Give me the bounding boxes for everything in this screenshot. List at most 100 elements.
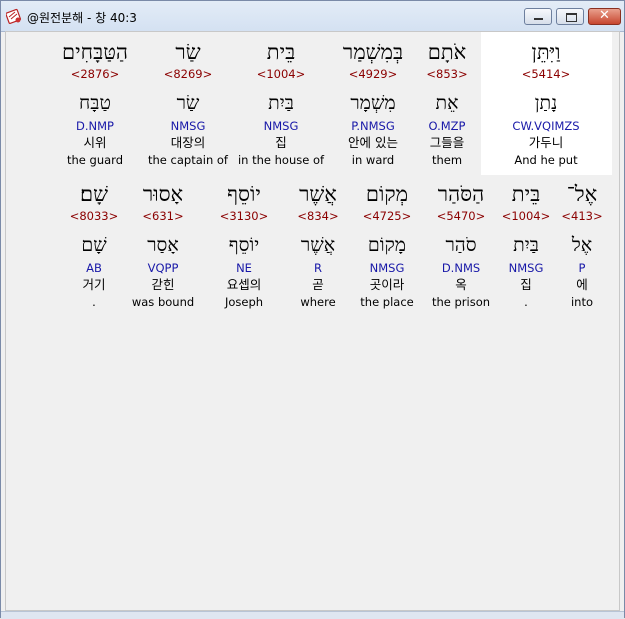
english-gloss: was bound <box>131 295 195 309</box>
hebrew-word: הַטַּבָּחִים <box>62 40 128 64</box>
parse-code: NMSG <box>508 261 544 275</box>
parse-code: NMSG <box>369 261 405 275</box>
minimize-icon <box>534 18 543 20</box>
hebrew-root: שָׁם <box>81 234 107 256</box>
korean-gloss: 가두니 <box>528 135 564 150</box>
parse-code: AB <box>86 261 102 275</box>
korean-gloss: 안에 있는 <box>348 135 398 150</box>
word-block[interactable]: אָסוּר <631> אָסַר VQPP 갇힌 was bound <box>126 180 200 310</box>
korean-gloss: 그들을 <box>429 135 465 150</box>
hebrew-root: אָסַר <box>147 234 179 256</box>
parse-code: NE <box>236 261 252 275</box>
hebrew-root: שַׂר <box>176 92 200 114</box>
korean-gloss: 옥 <box>455 277 467 292</box>
hebrew-root: סֹהַר <box>445 234 477 256</box>
hebrew-root: נָתַן <box>534 92 558 114</box>
word-block[interactable]: אֲשֶׁר <834> אֲשֶׁר R 곧 where <box>288 180 348 310</box>
word-block[interactable]: בְּמִשְׁמַר <4929> מִשְׁמָר P.NMSG 안에 있는… <box>328 38 418 168</box>
english-gloss: . <box>524 295 528 309</box>
english-gloss: into <box>570 295 594 309</box>
korean-gloss: 대장의 <box>170 135 206 150</box>
english-gloss: them <box>431 153 463 167</box>
english-gloss: the prison <box>431 295 491 309</box>
word-block[interactable]: אֹתָם <853> אֵת O.MZP 그들을 them <box>412 38 482 168</box>
korean-gloss: 거기 <box>82 277 106 292</box>
hebrew-word: יוֹסֵף <box>227 182 261 206</box>
interlinear-panel[interactable]: וַיִּתֵּן <5414> נָתַן CW.VQIMZS 가두니 And… <box>5 31 620 611</box>
hebrew-root: אֶל <box>571 234 593 256</box>
korean-gloss: 집 <box>275 135 287 150</box>
close-button[interactable]: ✕ <box>588 8 621 25</box>
word-block[interactable]: שָׁם׃ <8033> שָׁם AB 거기 . <box>66 180 122 310</box>
strong-number: <8269> <box>163 67 213 81</box>
strong-number: <834> <box>297 209 339 223</box>
parse-code: O.MZP <box>428 119 466 133</box>
word-block[interactable]: וַיִּתֵּן <5414> נָתַן CW.VQIMZS 가두니 And… <box>501 38 591 168</box>
english-gloss: the captain of <box>148 153 228 167</box>
parse-code: NMSG <box>170 119 206 133</box>
strong-number: <853> <box>426 67 468 81</box>
minimize-button[interactable] <box>524 8 552 25</box>
strong-number: <413> <box>561 209 603 223</box>
strong-number: <631> <box>142 209 184 223</box>
strong-number: <4725> <box>362 209 412 223</box>
parse-code: D.NMP <box>76 119 114 133</box>
english-gloss: . <box>92 295 96 309</box>
word-block[interactable]: אֶל־ <413> אֶל P 에 into <box>552 180 612 310</box>
parse-code: R <box>314 261 322 275</box>
parse-code: P.NMSG <box>351 119 395 133</box>
strong-number: <3130> <box>219 209 269 223</box>
hebrew-word: בֵּית <box>511 182 541 206</box>
strong-number: <5470> <box>436 209 486 223</box>
strong-number: <4929> <box>348 67 398 81</box>
app-window: @원전분해 - 창 40:3 ✕ וַיִּתֵּן <5414> נָתַן … <box>0 0 625 619</box>
parse-code: VQPP <box>147 261 179 275</box>
hebrew-word: אֶל־ <box>566 182 598 206</box>
hebrew-root: בַּיִת <box>268 92 294 114</box>
strong-number: <1004> <box>256 67 306 81</box>
hebrew-word: וַיִּתֵּן <box>531 40 561 64</box>
parse-code: P <box>578 261 586 275</box>
korean-gloss: 곧 <box>312 277 324 292</box>
strong-number: <5414> <box>521 67 571 81</box>
hebrew-word: אָסוּר <box>142 182 184 206</box>
strong-number: <1004> <box>501 209 551 223</box>
hebrew-word: שָׁם׃ <box>80 182 108 206</box>
parse-code: NMSG <box>263 119 299 133</box>
korean-gloss: 곳이라 <box>369 277 405 292</box>
word-block[interactable]: בֵּית <1004> בַּיִת NMSG 집 in the house … <box>231 38 331 168</box>
korean-gloss: 집 <box>520 277 532 292</box>
hebrew-word: מְקוֹם <box>365 182 409 206</box>
korean-gloss: 에 <box>576 277 588 292</box>
word-block[interactable]: יוֹסֵף <3130> יוֹסֵף NE 요셉의 Joseph <box>212 180 276 310</box>
maximize-button[interactable] <box>556 8 584 25</box>
word-block[interactable]: הַסֹּהַר <5470> סֹהַר D.NMS 옥 the prison <box>424 180 498 310</box>
bible-tool-icon <box>6 8 22 24</box>
hebrew-word: בְּמִשְׁמַר <box>342 40 404 64</box>
hebrew-word: אֲשֶׁר <box>299 182 337 206</box>
word-block[interactable]: מְקוֹם <4725> מָקוֹם NMSG 곳이라 the place <box>352 180 422 310</box>
parse-code: CW.VQIMZS <box>512 119 580 133</box>
hebrew-root: בַּיִת <box>513 234 539 256</box>
window-title: @원전분해 - 창 40:3 <box>27 11 137 25</box>
english-gloss: the place <box>360 295 414 309</box>
english-gloss: And he put <box>514 153 578 167</box>
english-gloss: the guard <box>67 153 123 167</box>
hebrew-word: שַׂר <box>175 40 201 64</box>
strong-number: <2876> <box>70 67 120 81</box>
hebrew-word: אֹתָם <box>427 40 467 64</box>
word-block[interactable]: בֵּית <1004> בַּיִת NMSG 집 . <box>496 180 556 310</box>
word-block[interactable]: שַׂר <8269> שַׂר NMSG 대장의 the captain of <box>143 38 233 168</box>
english-gloss: in the house of <box>237 153 325 167</box>
word-block[interactable]: הַטַּבָּחִים <2876> טַבָּח D.NMP 시위 the … <box>52 38 138 168</box>
english-gloss: Joseph <box>224 295 264 309</box>
strong-number: <8033> <box>69 209 119 223</box>
title-bar[interactable]: @원전분해 - 창 40:3 ✕ <box>1 1 624 32</box>
korean-gloss: 요셉의 <box>226 277 262 292</box>
english-gloss: in ward <box>351 153 395 167</box>
close-icon: ✕ <box>599 8 610 23</box>
hebrew-root: טַבָּח <box>79 92 111 114</box>
parse-code: D.NMS <box>441 261 481 275</box>
hebrew-root: מִשְׁמָר <box>350 92 396 114</box>
hebrew-word: בֵּית <box>266 40 296 64</box>
